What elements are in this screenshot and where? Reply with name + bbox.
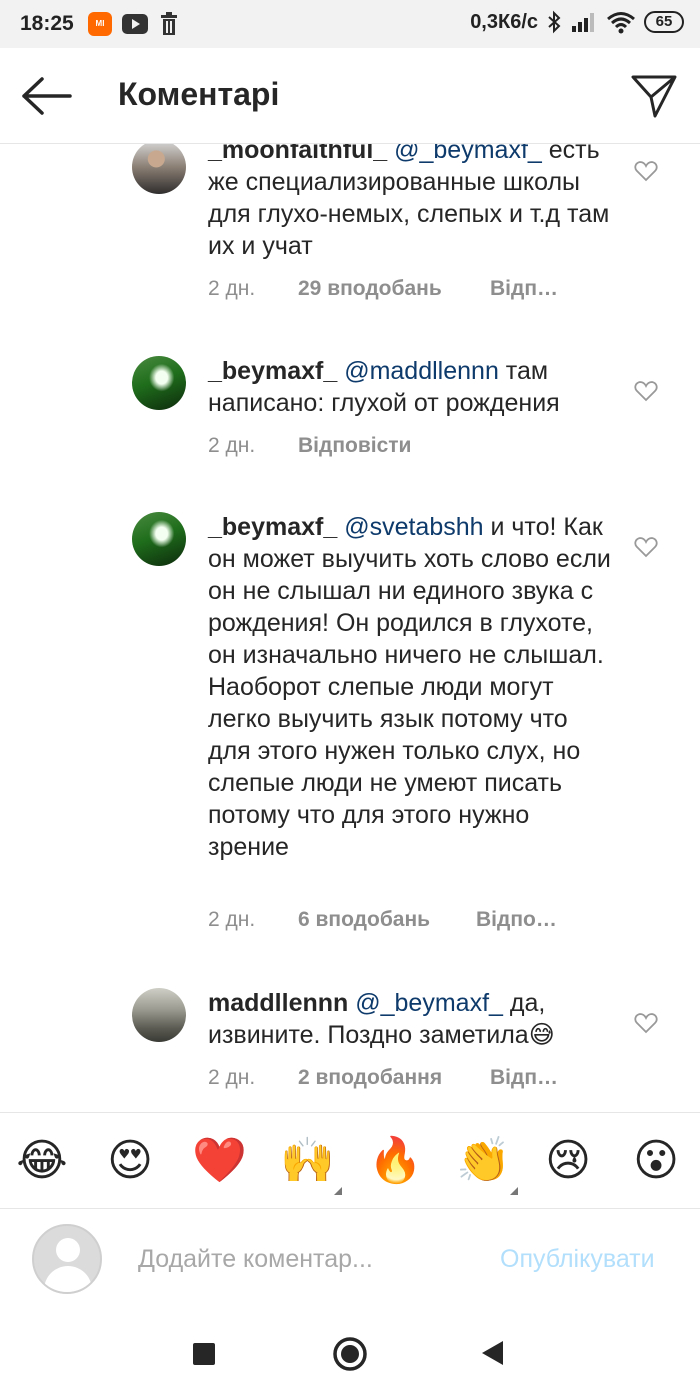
- comment-text: _beymaxf_ @maddllennn там написано: глух…: [208, 355, 613, 419]
- comment-time: 2 дн.: [208, 434, 256, 457]
- comment-username[interactable]: _moonfaithful_: [208, 144, 387, 164]
- clapping-hands-emoji[interactable]: 👏: [456, 1135, 518, 1195]
- recent-apps-icon[interactable]: [192, 1342, 216, 1366]
- avatar[interactable]: [132, 988, 186, 1042]
- crying-face-emoji[interactable]: 😢: [542, 1135, 594, 1187]
- comment-text: _moonfaithful_ @_beymaxf_ есть же специа…: [208, 144, 613, 262]
- comment-item: _beymaxf_ @maddllennn там написано: глух…: [0, 356, 700, 466]
- heart-icon[interactable]: [634, 160, 658, 182]
- back-icon[interactable]: [480, 1340, 504, 1366]
- raising-hands-emoji[interactable]: 🙌: [280, 1135, 342, 1195]
- comment-username[interactable]: _beymaxf_: [208, 357, 337, 385]
- header: Коментарі: [0, 48, 700, 144]
- comment-time: 2 дн.: [208, 908, 256, 931]
- reply-button[interactable]: Відповісти: [490, 1066, 570, 1090]
- trash-icon: [161, 12, 177, 35]
- emoji-bar: 😂 😍 ❤️ 🙌 🔥 👏 😢 😮: [0, 1112, 700, 1208]
- tears-of-joy-emoji[interactable]: 😂: [16, 1135, 68, 1187]
- avatar-torso-shape: [44, 1266, 92, 1292]
- surprised-face-emoji[interactable]: 😮: [630, 1135, 682, 1187]
- avatar[interactable]: [132, 356, 186, 410]
- status-right: 0,3К6/с 65: [470, 10, 684, 34]
- comment-item: maddllennn @_beymaxf_ да, извините. Позд…: [0, 988, 700, 1108]
- comment-username[interactable]: maddllennn: [208, 989, 348, 1017]
- comment-likes[interactable]: 29 вподобань: [298, 277, 490, 301]
- comment-input[interactable]: [138, 1241, 458, 1277]
- reply-button[interactable]: Відповісти: [490, 277, 570, 301]
- comment-item: _moonfaithful_ @_beymaxf_ есть же специа…: [0, 144, 700, 310]
- youtube-icon: [122, 14, 148, 34]
- my-avatar: [32, 1224, 102, 1294]
- comment-meta: 2 дн. 6 вподобань Відповісти: [208, 908, 568, 932]
- heart-eyes-emoji[interactable]: 😍: [104, 1135, 156, 1187]
- xiaomi-icon: MI: [88, 12, 112, 36]
- arrow-left-icon[interactable]: [20, 76, 72, 116]
- signal-icon: [572, 13, 594, 32]
- heart-icon[interactable]: [634, 1012, 658, 1034]
- comment-text: maddllennn @_beymaxf_ да, извините. Позд…: [208, 987, 613, 1051]
- wifi-icon: [607, 12, 635, 34]
- paper-plane-icon[interactable]: [630, 72, 678, 120]
- reply-button[interactable]: Відповісти: [476, 908, 568, 932]
- comment-likes[interactable]: 2 вподобання: [298, 1066, 490, 1090]
- home-icon[interactable]: [332, 1336, 368, 1372]
- battery-icon: 65: [644, 11, 684, 33]
- comment-meta: 2 дн. 29 вподобань Відповісти: [208, 277, 570, 301]
- avatar[interactable]: [132, 512, 186, 566]
- comment-mention[interactable]: @svetabshh: [344, 513, 483, 541]
- publish-button[interactable]: Опублікувати: [500, 1245, 655, 1274]
- heart-icon[interactable]: [634, 536, 658, 558]
- raising-hands-glyph: 🙌: [280, 1136, 335, 1185]
- comments-list[interactable]: _moonfaithful_ @_beymaxf_ есть же специа…: [0, 144, 700, 1112]
- avatar-head-shape: [56, 1238, 80, 1262]
- skin-tone-indicator-icon: [334, 1187, 342, 1195]
- avatar[interactable]: [132, 144, 186, 194]
- page-title: Коментарі: [118, 76, 280, 112]
- comment-time: 2 дн.: [208, 277, 256, 300]
- comment-mention[interactable]: @_beymaxf_: [394, 144, 542, 164]
- network-speed: 0,3К6/с: [470, 10, 538, 33]
- heart-icon[interactable]: [634, 380, 658, 402]
- clapping-hands-glyph: 👏: [456, 1136, 511, 1185]
- comment-mention[interactable]: @maddllennn: [344, 357, 499, 385]
- system-nav-bar: [0, 1308, 700, 1400]
- red-heart-emoji[interactable]: ❤️: [192, 1135, 247, 1187]
- bluetooth-icon: [548, 10, 561, 34]
- comment-meta: 2 дн. 2 вподобання Відповісти: [208, 1066, 570, 1090]
- status-bar: 18:25 MI 0,3К6/с 65: [0, 0, 700, 48]
- comment-likes[interactable]: 6 вподобань: [298, 908, 476, 932]
- comment-mention[interactable]: @_beymaxf_: [355, 989, 503, 1017]
- comment-message: и что! Как он может выучить хоть слово е…: [208, 513, 611, 861]
- status-time: 18:25: [20, 12, 74, 35]
- skin-tone-indicator-icon: [510, 1187, 518, 1195]
- comment-input-bar: Опублікувати: [0, 1208, 700, 1308]
- fire-emoji[interactable]: 🔥: [368, 1135, 423, 1187]
- reply-button[interactable]: Відповісти: [298, 434, 438, 458]
- comment-time: 2 дн.: [208, 1066, 256, 1089]
- comment-item: _beymaxf_ @svetabshh и что! Как он может…: [0, 512, 700, 942]
- comment-text: _beymaxf_ @svetabshh и что! Как он может…: [208, 511, 613, 863]
- comment-meta: 2 дн. Відповісти: [208, 434, 438, 458]
- comment-username[interactable]: _beymaxf_: [208, 513, 337, 541]
